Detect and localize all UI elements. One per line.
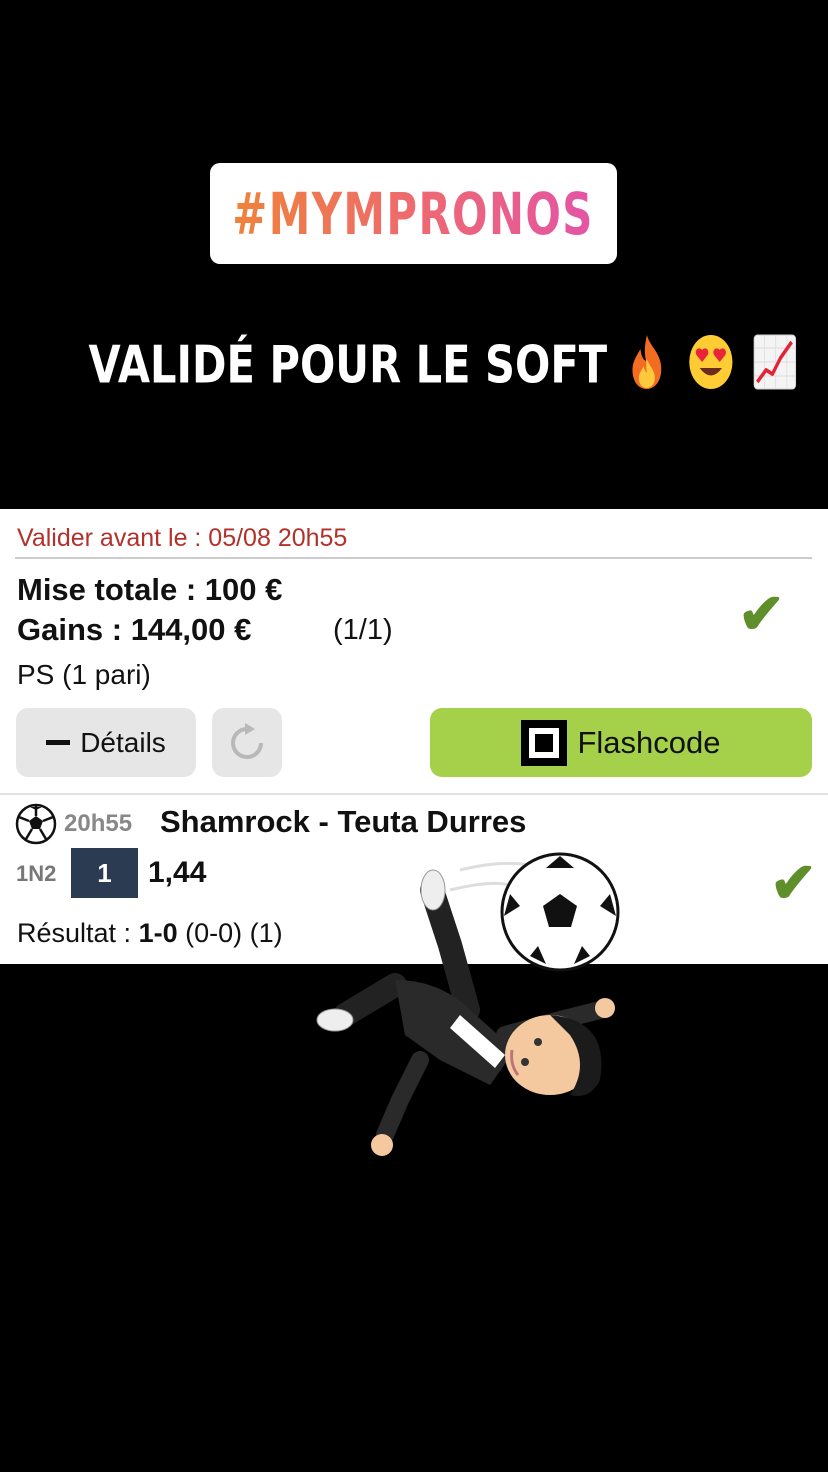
headline-text: VALIDÉ POUR LE SOFT (88, 335, 608, 396)
divider (0, 793, 828, 795)
match-name: Shamrock - Teuta Durres (160, 804, 527, 839)
hashtag-sticker[interactable]: #MYMPRONOS (210, 163, 617, 264)
bicycle-kick-avatar-sticker[interactable] (300, 850, 640, 1180)
story-headline: VALIDÉ POUR LE SOFT (0, 333, 828, 404)
flashcode-icon (521, 719, 568, 766)
total-stake: Mise totale : 100 € (17, 572, 283, 607)
match-result: Résultat : 1-0 (0-0) (1) (17, 918, 283, 948)
details-label: Détails (80, 726, 166, 758)
soccer-ball-icon (15, 803, 57, 845)
odds-value: 1,44 (148, 856, 207, 889)
details-button[interactable]: Détails (16, 708, 196, 777)
hashtag-text: #MYMPRONOS (232, 179, 595, 248)
market-type: 1N2 (16, 861, 57, 886)
total-gains: Gains : 144,00 € (17, 612, 252, 647)
pick-badge: 1 (71, 848, 138, 898)
refresh-button[interactable] (212, 708, 282, 777)
bet-type: PS (1 pari) (17, 659, 151, 690)
bet-ratio: (1/1) (333, 614, 393, 646)
match-time: 20h55 (64, 810, 133, 837)
chart-increasing-icon (753, 334, 796, 403)
fire-icon (626, 333, 668, 404)
selection-won-check-icon: ✔ (770, 851, 817, 914)
deadline-text: Valider avant le : 05/08 20h55 (17, 524, 348, 552)
flashcode-button[interactable]: Flashcode (430, 708, 812, 777)
heart-eyes-icon (687, 333, 733, 404)
refresh-icon (231, 722, 263, 759)
flashcode-label: Flashcode (577, 724, 721, 760)
minus-icon (46, 740, 71, 745)
ticket-won-check-icon: ✔ (738, 582, 785, 645)
divider (15, 557, 812, 559)
